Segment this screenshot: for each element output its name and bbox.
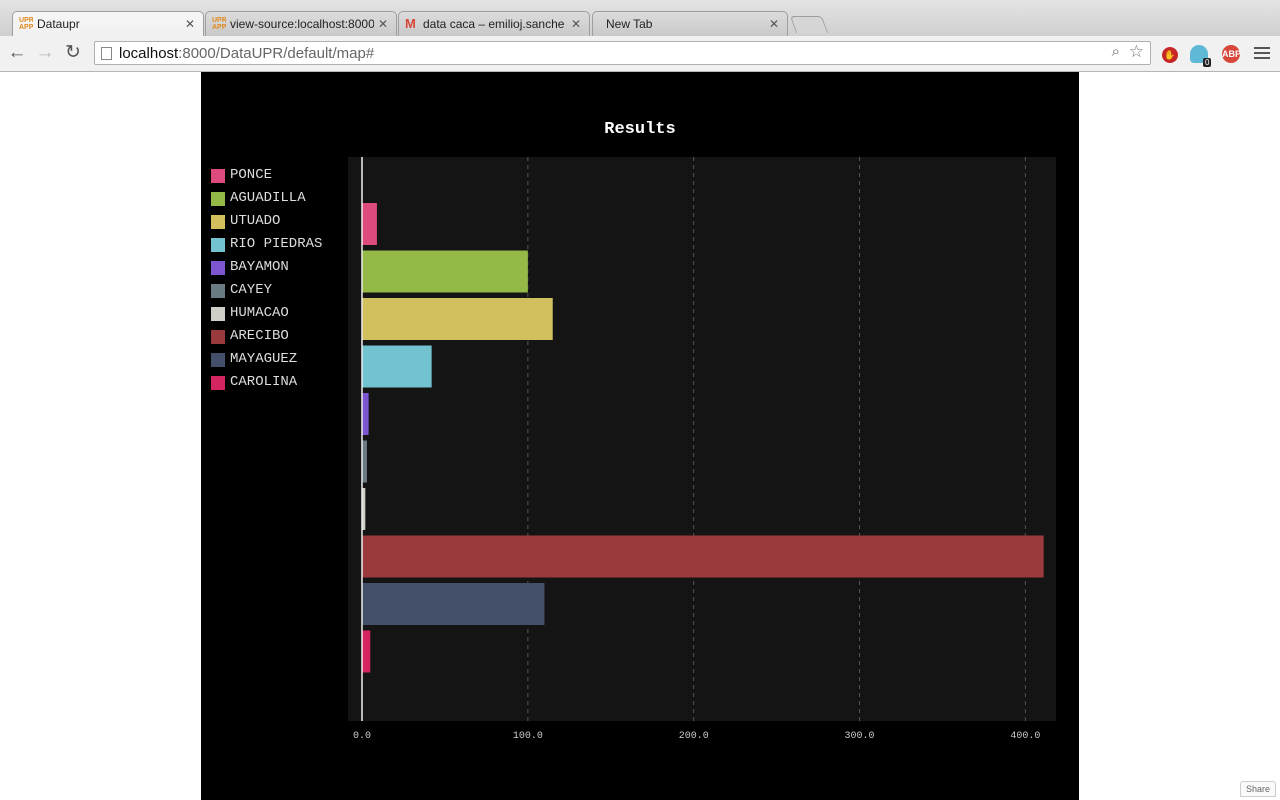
legend-label: AGUADILLA	[230, 190, 306, 206]
url-text: localhost:8000/DataUPR/default/map#	[119, 45, 375, 62]
tab-title: view-source:localhost:8000	[230, 17, 374, 31]
x-tick-label: 0.0	[353, 731, 371, 742]
bar-ponce[interactable]	[362, 203, 377, 245]
adblock-icon[interactable]: ABP	[1222, 45, 1241, 63]
chart-title: Results	[604, 120, 676, 139]
x-tick-label: 400.0	[1010, 731, 1040, 742]
bar-arecibo[interactable]	[362, 535, 1044, 578]
browser-tab-strip: UPR APP Dataupr ✕ UPR APP view-source:loca…	[0, 0, 1280, 37]
bar-chart: 0.0 100.0 200.0 300.0 400.0	[353, 157, 1044, 742]
magnifier-icon[interactable]: ⌕	[1112, 43, 1120, 60]
legend-swatch	[211, 261, 225, 275]
legend-label: RIO PIEDRAS	[230, 236, 323, 252]
new-tab-button[interactable]	[789, 16, 829, 33]
menu-icon[interactable]	[1254, 45, 1270, 61]
back-arrow-icon[interactable]: ←	[6, 42, 28, 64]
legend-label: HUMACAO	[230, 305, 289, 321]
address-bar[interactable]: localhost:8000/DataUPR/default/map# ⌕ ☆	[94, 41, 1151, 65]
bar-utuado[interactable]	[362, 298, 553, 340]
bar-bayamon[interactable]	[362, 393, 369, 435]
close-tab-icon[interactable]: ✕	[571, 12, 581, 36]
upr-favicon-icon: UPR APP	[19, 17, 33, 31]
legend-swatch	[211, 307, 225, 321]
tab-gmail[interactable]: Mdata caca – emilioj.sanche ✕	[398, 11, 590, 36]
reload-icon[interactable]: ↻	[62, 42, 84, 64]
ghostery-count-badge: 0	[1203, 58, 1212, 67]
chart-panel: Results PONCE AGUADILLA UTUADO RIO PIEDRAS B…	[201, 72, 1079, 800]
gmail-icon: M	[405, 17, 416, 31]
close-tab-icon[interactable]: ✕	[378, 12, 388, 36]
legend-swatch	[211, 284, 225, 298]
legend-label: CAROLINA	[230, 374, 298, 390]
tab-title: Dataupr	[37, 17, 80, 31]
x-tick-label: 300.0	[845, 731, 875, 742]
legend-swatch	[211, 376, 225, 390]
page-icon	[101, 47, 112, 60]
legend-label: ARECIBO	[230, 328, 289, 344]
share-button[interactable]: Share	[1240, 781, 1276, 797]
close-tab-icon[interactable]: ✕	[769, 12, 779, 36]
tab-title: data caca – emilioj.sanche	[423, 17, 565, 31]
legend-swatch	[211, 238, 225, 252]
tab-view-source[interactable]: UPR APP view-source:localhost:8000 ✕	[205, 11, 397, 36]
legend-label: PONCE	[230, 167, 273, 183]
bar-aguadilla[interactable]	[362, 250, 528, 293]
browser-toolbar: ← → ↻ localhost:8000/DataUPR/default/map…	[0, 36, 1280, 72]
page-viewport: Results PONCE AGUADILLA UTUADO RIO PIEDRAS B…	[0, 72, 1280, 800]
legend-swatch	[211, 169, 225, 183]
close-tab-icon[interactable]: ✕	[185, 12, 195, 36]
plot-area: 0.0 100.0 200.0 300.0 400.0	[348, 157, 1056, 742]
legend-swatch	[211, 353, 225, 367]
bar-rio-piedras[interactable]	[362, 345, 432, 388]
x-tick-label: 200.0	[679, 731, 709, 742]
bar-mayaguez[interactable]	[362, 583, 545, 625]
bar-carolina[interactable]	[362, 630, 371, 673]
legend-swatch	[211, 330, 225, 344]
tab-dataupr[interactable]: UPR APP Dataupr ✕	[12, 11, 204, 36]
x-tick-label: 100.0	[513, 731, 543, 742]
tab-new-tab[interactable]: New Tab ✕	[592, 11, 788, 36]
forward-arrow-icon[interactable]: →	[34, 42, 56, 64]
legend-label: MAYAGUEZ	[230, 351, 298, 367]
legend-swatch	[211, 215, 225, 229]
legend-label: UTUADO	[230, 213, 281, 229]
legend-label: BAYAMON	[230, 259, 289, 275]
upr-favicon-icon: UPR APP	[212, 17, 226, 31]
legend-label: CAYEY	[230, 282, 273, 298]
legend-swatch	[211, 192, 225, 206]
stop-extension-icon[interactable]: ✋	[1160, 45, 1180, 65]
tab-title: New Tab	[606, 17, 653, 31]
bookmark-star-icon[interactable]: ☆	[1129, 42, 1144, 62]
